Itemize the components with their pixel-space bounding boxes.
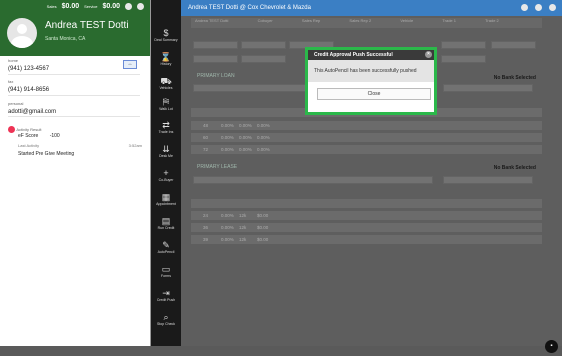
push-icon: ⇥ bbox=[162, 288, 170, 298]
deal-controls bbox=[521, 4, 556, 11]
gear-icon[interactable] bbox=[535, 4, 542, 11]
last-activity-header: Last Activity 3:52am bbox=[18, 143, 142, 148]
contact-location: Santa Monica, CA bbox=[45, 36, 86, 42]
sidebar-item-desk-me[interactable]: ⇊ Desk Me bbox=[151, 144, 181, 158]
walk-icon: ⛿ bbox=[162, 97, 170, 107]
activity-score: eF Score -100 bbox=[18, 133, 60, 139]
home-value[interactable]: (941) 123-4567 bbox=[8, 66, 140, 72]
deal-title: Andrea TEST Dotti @ Cox Chevrolet & Mazd… bbox=[181, 0, 562, 16]
activity-value: eF Score bbox=[18, 133, 39, 139]
history-icon: ⌛ bbox=[160, 52, 172, 62]
settings-icon[interactable] bbox=[125, 3, 132, 10]
personal-label: personal bbox=[8, 101, 24, 106]
last-activity-value: Started Pre Give Meeting bbox=[18, 151, 75, 157]
email-field[interactable]: personal adotti@gmail.com bbox=[8, 101, 140, 117]
action-sidebar: $ Deal Summary ⌛ History ⛟ Vehicles ⛿ Walk L… bbox=[151, 0, 181, 346]
home-label: home bbox=[8, 58, 19, 63]
fax-value[interactable]: (941) 914-8656 bbox=[8, 87, 140, 93]
credit-push-dialog: Credit Approval Push Successful × This A… bbox=[305, 47, 437, 115]
calendar-icon: ▦ bbox=[161, 192, 171, 202]
activity-label: Activity Result bbox=[16, 126, 42, 132]
close-icon[interactable] bbox=[549, 4, 556, 11]
activity-score-value: -100 bbox=[49, 133, 60, 139]
sidebar-item-deal-summary[interactable]: $ Deal Summary bbox=[151, 28, 181, 42]
sales-value: $0.00 bbox=[61, 3, 80, 10]
sidebar-item-appointment[interactable]: ▦ Appointment bbox=[151, 192, 181, 206]
service-label: Service bbox=[84, 4, 98, 9]
dialog-title: Credit Approval Push Successful × bbox=[308, 50, 434, 60]
last-activity: Started Pre Give Meeting bbox=[18, 151, 74, 157]
sidebar-item-history[interactable]: ⌛ History bbox=[151, 52, 181, 66]
sidebar-item-trade-ins[interactable]: ⇄ Trade Ins bbox=[151, 120, 181, 134]
eye-icon[interactable] bbox=[521, 4, 528, 11]
credit-icon: ▤ bbox=[161, 216, 171, 226]
contact-name: Andrea TEST Dotti bbox=[45, 20, 129, 31]
contact-header: Sales $0.00 Service $0.00 Andrea TEST Do… bbox=[0, 0, 150, 56]
call-icon[interactable]: ↔ bbox=[123, 60, 137, 69]
car-icon: ⛟ bbox=[160, 76, 172, 86]
sidebar-item-forms[interactable]: ▭ Forms bbox=[151, 264, 181, 278]
deal-title-text: Andrea TEST Dotti @ Cox Chevrolet & Mazd… bbox=[188, 5, 311, 11]
sidebar-item-walk-lot[interactable]: ⛿ Walk Lot bbox=[151, 97, 181, 111]
fax-field[interactable]: fax (941) 914-8656 bbox=[8, 79, 140, 96]
pencil-icon: ✎ bbox=[162, 240, 170, 250]
sidebar-item-vehicles[interactable]: ⛟ Vehicles bbox=[151, 76, 181, 90]
avatar bbox=[7, 18, 37, 48]
sidebar-item-run-credit[interactable]: ▤ Run Credit bbox=[151, 216, 181, 230]
desk-icon: ⇊ bbox=[162, 144, 170, 154]
gear-icon[interactable] bbox=[137, 3, 144, 10]
search-icon: ⌕ bbox=[163, 312, 169, 322]
sidebar-item-co-buyer[interactable]: + Co-Buyer bbox=[151, 168, 181, 182]
home-phone-field[interactable]: home (941) 123-4567 bbox=[8, 58, 140, 75]
close-button[interactable]: Close bbox=[317, 88, 431, 100]
alert-icon bbox=[8, 126, 15, 133]
status-bar bbox=[0, 346, 562, 356]
trade-icon: ⇄ bbox=[162, 120, 170, 130]
add-person-icon: + bbox=[163, 168, 169, 178]
last-activity-label: Last Activity bbox=[18, 143, 40, 148]
dialog-title-text: Credit Approval Push Successful bbox=[314, 52, 393, 58]
last-activity-time: 3:52am bbox=[128, 143, 142, 148]
sidebar-item-stop-check[interactable]: ⌕ Stop Check bbox=[151, 312, 181, 326]
contact-panel: Sales $0.00 Service $0.00 Andrea TEST Do… bbox=[0, 0, 151, 346]
sales-label: Sales bbox=[46, 4, 57, 9]
close-icon[interactable]: × bbox=[425, 51, 432, 58]
forms-icon: ▭ bbox=[161, 264, 171, 274]
service-value: $0.00 bbox=[102, 3, 120, 10]
dollar-icon: $ bbox=[163, 28, 169, 38]
activity-result: Activity Result bbox=[8, 126, 42, 133]
sales-summary: Sales $0.00 Service $0.00 bbox=[47, 3, 144, 10]
sidebar-item-credit-push[interactable]: ⇥ Credit Push bbox=[151, 288, 181, 302]
dialog-message: This AutoPencil has been successfully pu… bbox=[308, 60, 434, 82]
fax-label: fax bbox=[8, 79, 14, 84]
dialog-footer: Close bbox=[308, 82, 434, 106]
chat-icon[interactable]: ▪ bbox=[545, 340, 558, 353]
sidebar-item-autopencil[interactable]: ✎ AutoPencil bbox=[151, 240, 181, 254]
personal-value[interactable]: adotti@gmail.com bbox=[8, 109, 140, 115]
